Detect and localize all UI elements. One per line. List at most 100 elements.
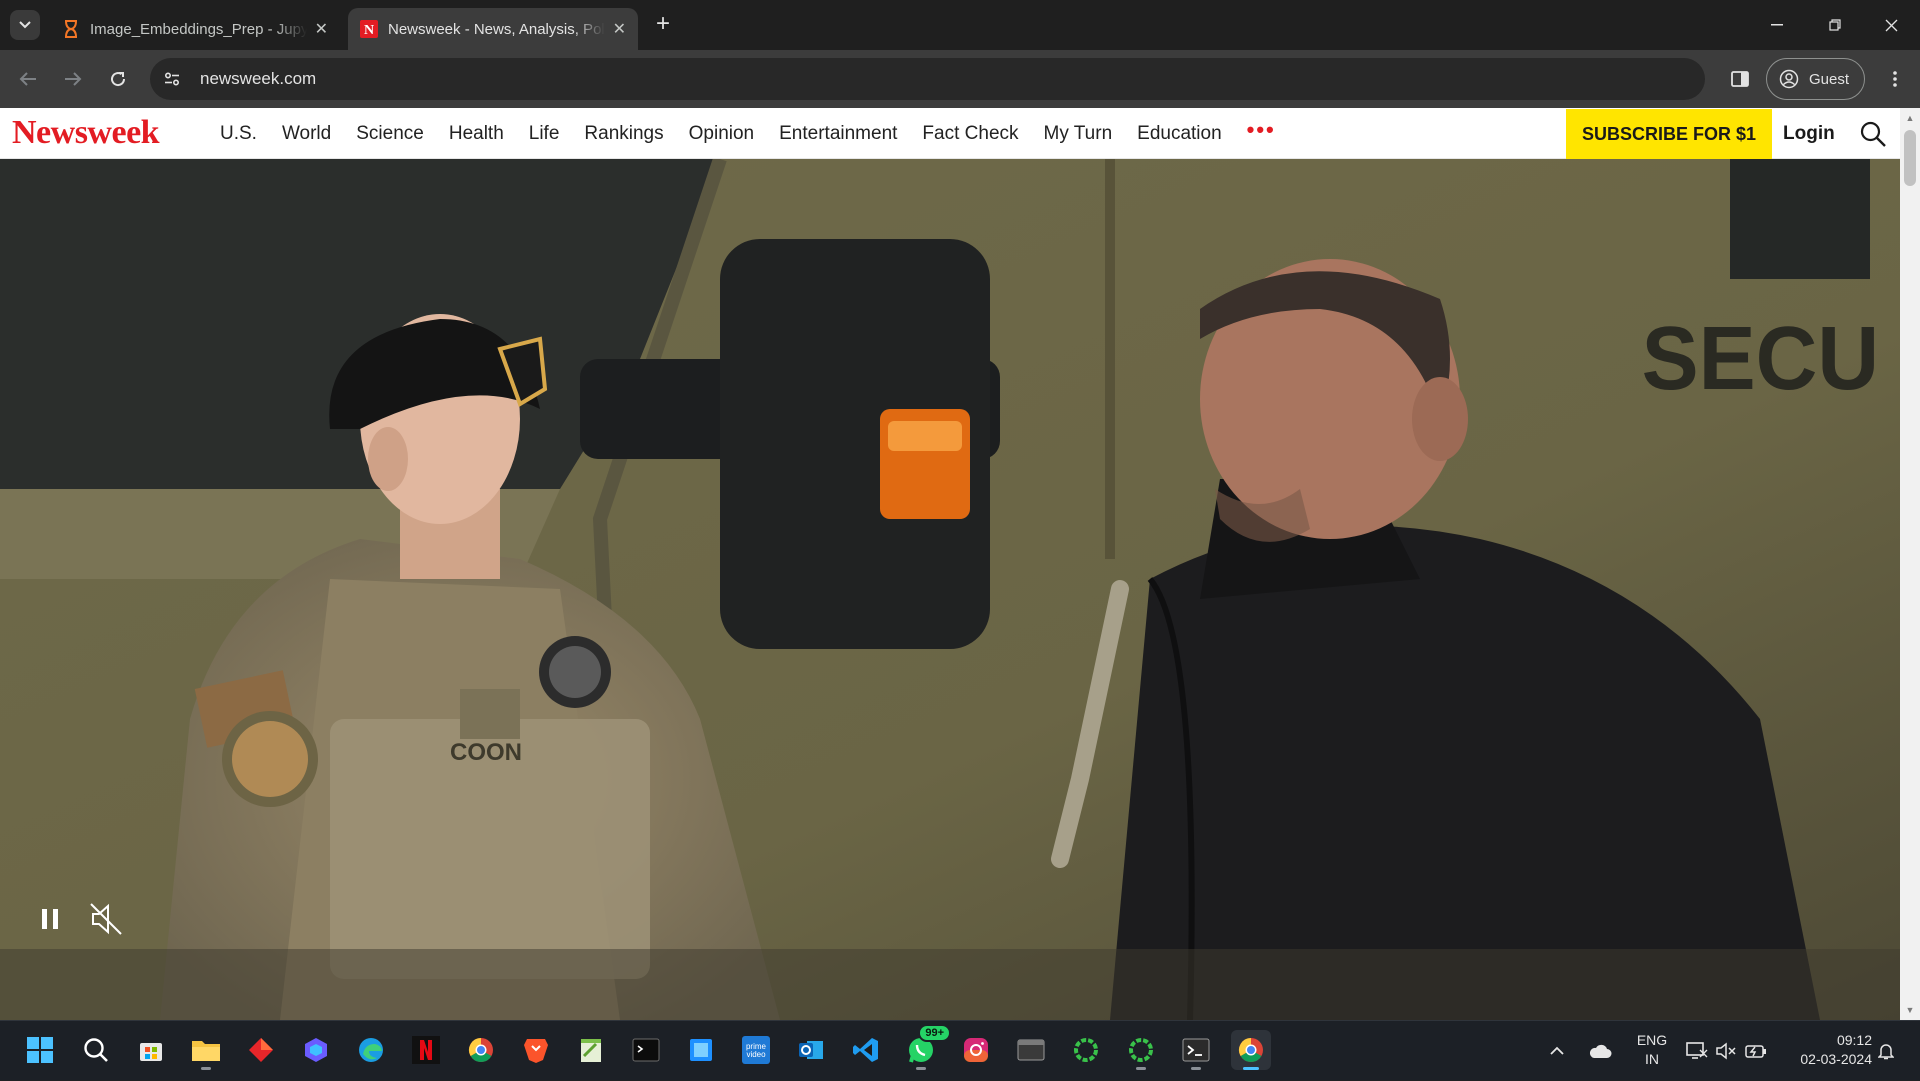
tab-newsweek[interactable]: N Newsweek - News, Analysis, Politics ✕ bbox=[348, 8, 638, 50]
taskbar-app-red[interactable] bbox=[241, 1030, 281, 1070]
taskbar-copilot[interactable] bbox=[296, 1030, 336, 1070]
taskbar-notepad[interactable] bbox=[571, 1030, 611, 1070]
taskbar-cmd[interactable] bbox=[1176, 1030, 1216, 1070]
close-icon[interactable]: ✕ bbox=[613, 19, 626, 39]
taskbar-prime-video[interactable]: prime video bbox=[736, 1030, 776, 1070]
more-menu-button[interactable]: ••• bbox=[1247, 117, 1276, 143]
address-bar[interactable]: newsweek.com bbox=[150, 58, 1705, 100]
terminal-icon bbox=[632, 1038, 660, 1062]
profile-icon bbox=[1779, 69, 1799, 89]
profile-button[interactable]: Guest bbox=[1766, 58, 1865, 100]
scroll-thumb[interactable] bbox=[1904, 130, 1916, 186]
onedrive-button[interactable] bbox=[1588, 1021, 1612, 1081]
restore-icon bbox=[1829, 19, 1841, 31]
taskbar-terminal[interactable] bbox=[626, 1030, 666, 1070]
running-indicator bbox=[1243, 1067, 1259, 1070]
taskbar-vscode[interactable] bbox=[846, 1030, 886, 1070]
battery-charging-icon bbox=[1745, 1045, 1766, 1058]
more-vertical-icon bbox=[1893, 71, 1897, 87]
ring-app-icon-2 bbox=[1129, 1038, 1153, 1062]
site-nav: U.S. World Science Health Life Rankings … bbox=[220, 108, 1276, 159]
nav-world[interactable]: World bbox=[282, 123, 331, 145]
taskbar-app-store[interactable] bbox=[131, 1030, 171, 1070]
taskbar-chrome[interactable] bbox=[461, 1030, 501, 1070]
video-player[interactable]: SECU COON bbox=[0, 159, 1900, 1020]
nav-science[interactable]: Science bbox=[356, 123, 424, 145]
taskbar-whatsapp[interactable]: 99+ bbox=[901, 1024, 951, 1070]
hourglass-icon bbox=[62, 20, 80, 38]
taskbar-chrome-active[interactable] bbox=[1231, 1030, 1271, 1070]
browser-menu-button[interactable] bbox=[1880, 64, 1910, 94]
battery-button[interactable] bbox=[1745, 1021, 1767, 1081]
minimize-icon bbox=[1771, 24, 1783, 26]
nav-fact-check[interactable]: Fact Check bbox=[922, 123, 1018, 145]
taskbar-window-app[interactable] bbox=[1011, 1030, 1051, 1070]
taskbar-edge[interactable] bbox=[351, 1030, 391, 1070]
scroll-down-arrow-icon[interactable]: ▼ bbox=[1900, 1002, 1920, 1018]
subscribe-button[interactable]: SUBSCRIBE FOR $1 bbox=[1566, 109, 1772, 159]
tab-search-button[interactable] bbox=[10, 10, 40, 40]
video-controls bbox=[30, 899, 142, 939]
taskbar-app-blue[interactable] bbox=[681, 1030, 721, 1070]
tab-jupyter[interactable]: Image_Embeddings_Prep - Jupyter ✕ bbox=[50, 8, 340, 50]
taskbar-outlook[interactable] bbox=[791, 1030, 831, 1070]
taskbar-file-explorer[interactable] bbox=[186, 1030, 226, 1070]
close-window-button[interactable] bbox=[1862, 0, 1920, 50]
profile-label: Guest bbox=[1809, 70, 1850, 88]
system-clock[interactable]: 09:12 02-03-2024 bbox=[1780, 1031, 1872, 1069]
restore-button[interactable] bbox=[1806, 0, 1864, 50]
video-frame: SECU COON bbox=[0, 159, 1900, 1020]
taskbar-instagram[interactable] bbox=[956, 1030, 996, 1070]
side-panel-button[interactable] bbox=[1725, 64, 1755, 94]
new-tab-button[interactable]: + bbox=[650, 12, 676, 38]
taskbar-ring-app-2[interactable] bbox=[1121, 1030, 1161, 1070]
start-icon bbox=[27, 1037, 53, 1063]
nav-opinion[interactable]: Opinion bbox=[689, 123, 755, 145]
minimize-button[interactable] bbox=[1748, 0, 1806, 50]
taskbar-brave[interactable] bbox=[516, 1030, 556, 1070]
window-app-icon bbox=[1017, 1039, 1045, 1061]
forward-button[interactable] bbox=[58, 64, 88, 94]
reload-button[interactable] bbox=[103, 64, 133, 94]
search-icon bbox=[1860, 121, 1886, 147]
running-indicator bbox=[916, 1067, 926, 1070]
volume-button[interactable] bbox=[1716, 1021, 1736, 1081]
scroll-up-arrow-icon[interactable]: ▲ bbox=[1900, 110, 1920, 126]
nav-entertainment[interactable]: Entertainment bbox=[779, 123, 897, 145]
outlook-icon bbox=[799, 1041, 823, 1059]
svg-text:N: N bbox=[364, 23, 374, 38]
chrome-icon bbox=[468, 1038, 493, 1063]
clock-date: 02-03-2024 bbox=[1800, 1051, 1872, 1067]
app-blue-icon bbox=[690, 1039, 712, 1061]
tab-title: Newsweek - News, Analysis, Politics bbox=[388, 20, 605, 38]
cloud-icon bbox=[1589, 1044, 1612, 1058]
side-panel-icon bbox=[1731, 71, 1749, 87]
page-scrollbar[interactable]: ▲ ▼ bbox=[1900, 108, 1920, 1020]
nav-life[interactable]: Life bbox=[529, 123, 560, 145]
search-icon bbox=[84, 1038, 108, 1062]
taskbar-ring-app[interactable] bbox=[1066, 1030, 1106, 1070]
pause-button[interactable] bbox=[30, 899, 70, 939]
nav-education[interactable]: Education bbox=[1137, 123, 1222, 145]
taskbar-netflix[interactable] bbox=[406, 1030, 446, 1070]
language-indicator[interactable]: ENG IN bbox=[1630, 1031, 1674, 1069]
brave-icon bbox=[524, 1039, 548, 1063]
notifications-button[interactable] bbox=[1878, 1021, 1894, 1081]
search-button[interactable] bbox=[1859, 120, 1887, 148]
vehicle-lettering: SECU bbox=[1642, 308, 1880, 408]
mute-button[interactable] bbox=[86, 899, 126, 939]
close-icon[interactable]: ✕ bbox=[315, 19, 328, 39]
nav-rankings[interactable]: Rankings bbox=[584, 123, 663, 145]
network-button[interactable] bbox=[1686, 1021, 1708, 1081]
login-button[interactable]: Login bbox=[1783, 108, 1835, 159]
tray-overflow-button[interactable] bbox=[1550, 1021, 1564, 1081]
taskbar-search-button[interactable] bbox=[76, 1030, 116, 1070]
nav-my-turn[interactable]: My Turn bbox=[1044, 123, 1113, 145]
newsweek-logo[interactable]: Newsweek bbox=[12, 114, 160, 152]
site-info-icon[interactable] bbox=[156, 63, 188, 95]
nav-health[interactable]: Health bbox=[449, 123, 504, 145]
back-button[interactable] bbox=[13, 64, 43, 94]
start-button[interactable] bbox=[20, 1030, 60, 1070]
tab-title: Image_Embeddings_Prep - Jupyter bbox=[90, 20, 307, 38]
nav-us[interactable]: U.S. bbox=[220, 123, 257, 145]
